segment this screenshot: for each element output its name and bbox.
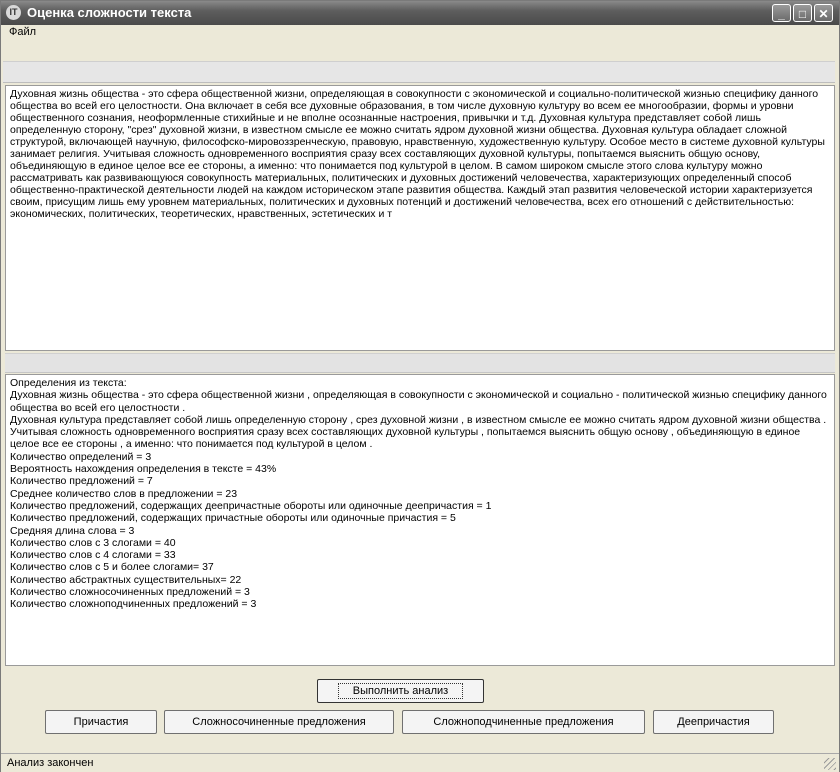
run-analysis-label: Выполнить анализ: [337, 683, 464, 699]
separator-strip: [5, 353, 835, 373]
app-icon[interactable]: IT: [6, 5, 21, 20]
resize-grip-icon[interactable]: [824, 758, 836, 770]
toolbar-strip: [3, 61, 835, 83]
complex-sentences-button[interactable]: Сложноподчиненные предложения: [402, 710, 645, 734]
participles-button[interactable]: Причастия: [45, 710, 157, 734]
window-title: Оценка сложности текста: [27, 5, 192, 20]
run-analysis-button[interactable]: Выполнить анализ: [317, 679, 484, 703]
minimize-button[interactable]: _: [772, 4, 791, 22]
close-button[interactable]: ✕: [814, 4, 833, 22]
source-text-area[interactable]: Духовная жизнь общества - это сфера обще…: [5, 85, 835, 351]
analysis-result-area[interactable]: Определения из текста: Духовная жизнь об…: [5, 374, 835, 666]
menu-file[interactable]: Файл: [9, 26, 36, 38]
status-bar: Анализ закончен: [1, 753, 839, 772]
app-window: IT Оценка сложности текста _ □ ✕ Файл Ду…: [0, 0, 840, 772]
compound-sentences-button[interactable]: Сложносочиненные предложения: [164, 710, 394, 734]
status-text: Анализ закончен: [7, 757, 94, 769]
gerunds-button[interactable]: Деепричастия: [653, 710, 774, 734]
title-bar[interactable]: IT Оценка сложности текста _ □ ✕: [1, 1, 839, 25]
maximize-button[interactable]: □: [793, 4, 812, 22]
menu-bar: Файл: [1, 25, 839, 41]
